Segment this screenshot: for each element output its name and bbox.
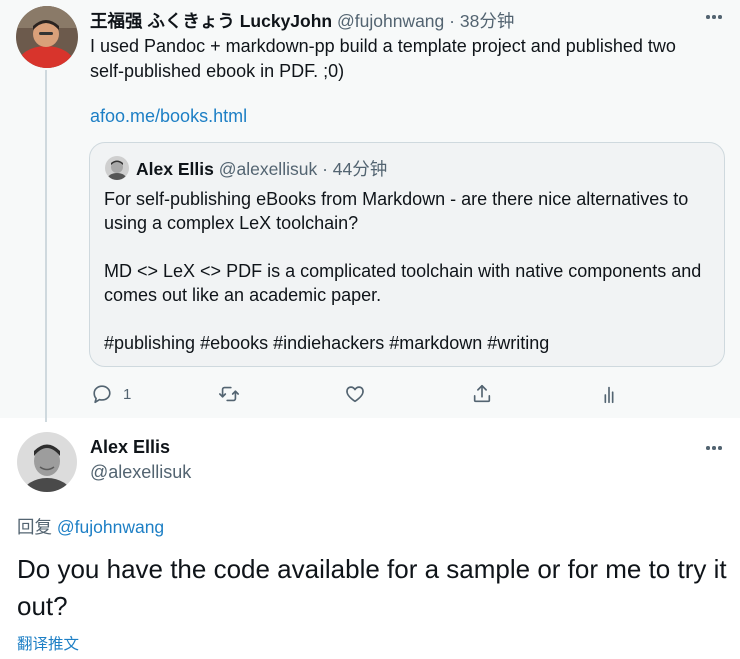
author-handle[interactable]: @fujohnwang <box>337 11 444 31</box>
reply-author-handle[interactable]: @alexellisuk <box>90 462 191 483</box>
share-button[interactable] <box>471 378 493 410</box>
tweet-time[interactable]: 38分钟 <box>460 11 514 31</box>
quoted-tweet-body: For self-publishing eBooks from Markdown… <box>104 187 714 379</box>
retweet-button[interactable] <box>218 378 240 410</box>
parent-tweet-header: 王福强 ふくきょう LuckyJohn @fujohnwang · 38分钟 <box>90 8 514 33</box>
separator: · <box>449 11 455 31</box>
reply-text: Do you have the code available for a sam… <box>17 554 727 621</box>
quoted-paragraph: MD <> LeX <> PDF is a complicated toolch… <box>104 261 702 305</box>
quoted-paragraph: For self-publishing eBooks from Markdown… <box>104 189 689 233</box>
like-icon <box>346 386 364 403</box>
reply-button[interactable]: 1 <box>91 378 131 410</box>
avatar[interactable] <box>17 432 77 492</box>
separator: · <box>322 159 328 179</box>
analytics-icon <box>604 386 614 404</box>
share-icon <box>473 384 491 403</box>
reply-author-name[interactable]: Alex Ellis <box>90 437 170 458</box>
more-icon[interactable] <box>703 441 725 455</box>
retweet-icon <box>219 386 239 402</box>
more-icon[interactable] <box>703 10 725 24</box>
replying-prefix: 回复 <box>17 517 52 537</box>
translate-tweet-link[interactable]: 翻译推文 <box>17 632 79 654</box>
thread-line <box>45 70 47 422</box>
replying-to: 回复 @fujohnwang <box>17 514 164 539</box>
quoted-tweet-header: Alex Ellis @alexellisuk · 44分钟 <box>136 156 387 181</box>
analytics-button[interactable] <box>598 378 620 410</box>
quoted-author-handle: @alexellisuk <box>218 159 318 179</box>
like-button[interactable] <box>344 378 366 410</box>
quoted-author-name: Alex Ellis <box>136 159 214 179</box>
replying-to-handle[interactable]: @fujohnwang <box>57 517 164 537</box>
avatar[interactable] <box>16 6 78 68</box>
reply-count: 1 <box>123 385 132 403</box>
tweet-actions: 1 <box>0 378 740 410</box>
quoted-hashtags[interactable]: #publishing #ebooks #indiehackers #markd… <box>104 331 714 355</box>
tweet-text: I used Pandoc + markdown-pp build a temp… <box>90 36 676 81</box>
tweet-link[interactable]: afoo.me/books.html <box>90 106 247 127</box>
quoted-author-avatar <box>105 156 129 180</box>
reply-icon <box>93 385 111 404</box>
author-name[interactable]: 王福强 ふくきょう LuckyJohn <box>90 11 332 31</box>
quoted-tweet-time: 44分钟 <box>332 159 388 179</box>
